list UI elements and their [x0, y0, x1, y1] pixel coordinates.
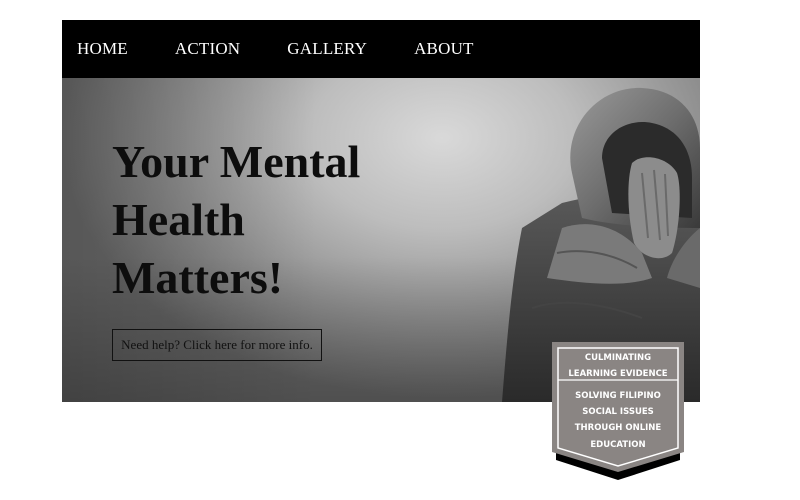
badge-line-4: SOCIAL ISSUES [582, 407, 654, 417]
nav-about[interactable]: ABOUT [414, 39, 474, 59]
culminating-evidence-badge: CULMINATING LEARNING EVIDENCE SOLVING FI… [552, 342, 684, 482]
hero-title-line-3: Matters! [112, 252, 284, 303]
nav-gallery[interactable]: GALLERY [287, 39, 367, 59]
badge-line-1: CULMINATING [584, 353, 652, 363]
badge-line-2: LEARNING EVIDENCE [568, 369, 668, 379]
badge-line-6: EDUCATION [590, 440, 646, 450]
nav-home[interactable]: HOME [77, 39, 128, 59]
hero-title-line-2: Health [112, 194, 245, 245]
badge-line-5: THROUGH ONLINE [574, 423, 662, 433]
nav-action[interactable]: ACTION [175, 39, 240, 59]
hero-title: Your Mental Health Matters! [112, 133, 452, 307]
badge-line-3: SOLVING FILIPINO [575, 391, 661, 401]
top-navbar: HOME ACTION GALLERY ABOUT [62, 20, 700, 78]
hero-title-line-1: Your Mental [112, 136, 361, 187]
more-info-button[interactable]: Need help? Click here for more info. [112, 329, 322, 361]
